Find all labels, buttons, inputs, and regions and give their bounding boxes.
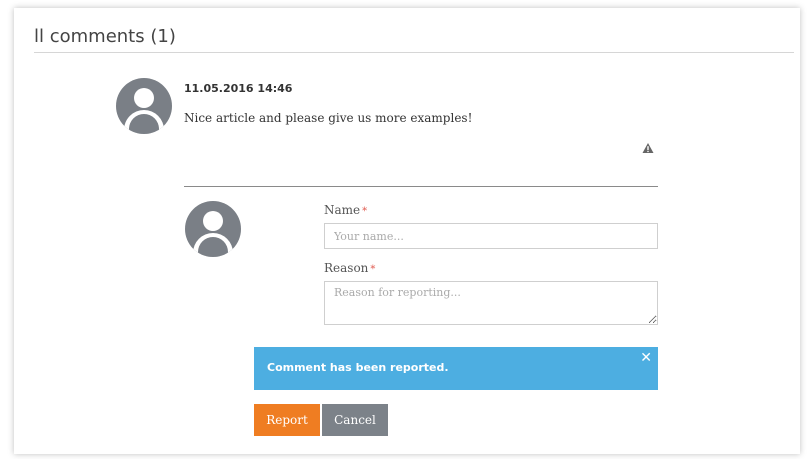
comment-date: 11.05.2016 14:46 <box>184 82 293 95</box>
header-divider <box>34 52 794 53</box>
report-button[interactable]: Report <box>254 404 320 436</box>
comment-divider <box>184 186 658 187</box>
success-alert: Comment has been reported. ✕ <box>254 347 658 390</box>
required-marker: * <box>370 264 376 275</box>
cancel-button[interactable]: Cancel <box>322 404 388 436</box>
comment-text: Nice article and please give us more exa… <box>184 111 473 125</box>
page-title: ll comments (1) <box>34 26 176 47</box>
comments-panel: ll comments (1) 11.05.2016 14:46 Nice ar… <box>14 8 800 454</box>
alert-message: Comment has been reported. <box>267 361 449 374</box>
name-input[interactable] <box>324 223 658 249</box>
reason-label: Reason * <box>324 261 376 275</box>
reason-textarea[interactable] <box>324 281 658 325</box>
required-marker: * <box>362 206 368 217</box>
reporter-avatar <box>185 201 241 257</box>
warning-icon[interactable] <box>642 142 654 154</box>
commenter-avatar <box>116 78 172 134</box>
avatar-head-icon <box>203 211 223 231</box>
avatar-head-icon <box>134 88 154 108</box>
close-icon[interactable]: ✕ <box>640 350 652 366</box>
name-label: Name * <box>324 203 368 217</box>
